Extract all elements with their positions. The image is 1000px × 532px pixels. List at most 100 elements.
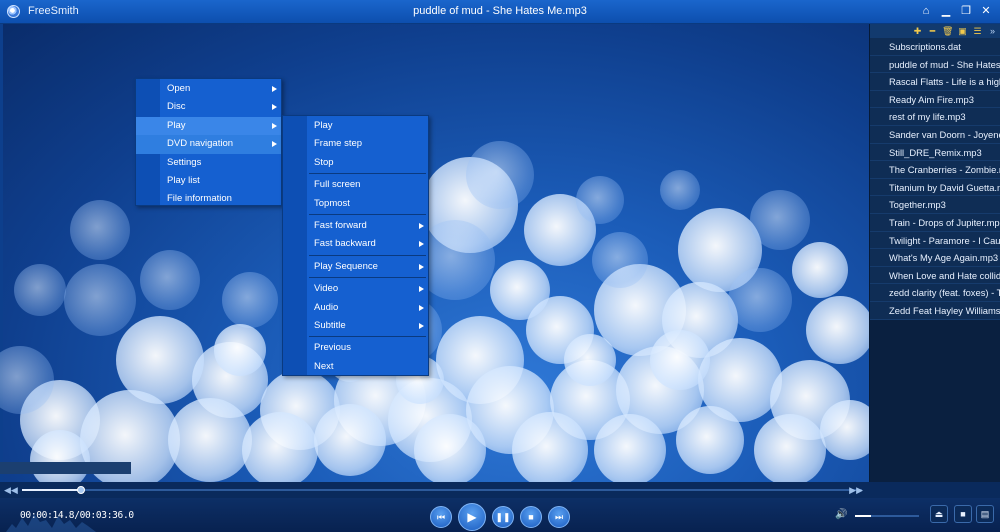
- submenu-item-play[interactable]: Play: [283, 117, 428, 135]
- volume-slider[interactable]: [855, 515, 919, 517]
- submenu-arrow-icon: [272, 104, 277, 111]
- playlist-horizontal-scrollbar[interactable]: [0, 462, 131, 474]
- remove-icon[interactable]: ━: [927, 24, 938, 38]
- close-icon[interactable]: ✕: [978, 3, 994, 19]
- submenu-arrow-icon: [419, 241, 424, 248]
- delete-icon[interactable]: 🗑: [942, 24, 953, 38]
- bokeh-light: [592, 232, 648, 288]
- submenu-arrow-icon: [419, 263, 424, 270]
- bokeh-light: [30, 430, 90, 482]
- menu-item-label: DVD navigation: [167, 138, 234, 150]
- more-icon[interactable]: »: [987, 24, 998, 38]
- bokeh-light: [140, 250, 200, 310]
- menu-item-play-list[interactable]: Play list: [136, 172, 281, 190]
- eject-icon[interactable]: ⏏: [930, 505, 948, 523]
- submenu-arrow-icon: [272, 86, 277, 92]
- submenu-item-stop[interactable]: Stop: [283, 154, 428, 172]
- app-name: FreeSmith: [28, 5, 79, 17]
- play-icon[interactable]: ▶: [458, 503, 486, 531]
- menu-item-label: Stop: [314, 156, 334, 168]
- submenu-item-previous[interactable]: Previous: [283, 339, 428, 357]
- pause-icon[interactable]: ❚❚: [492, 506, 514, 528]
- playlist-item[interactable]: zedd clarity (feat. foxes) - The Wild.mp…: [870, 284, 1000, 302]
- bokeh-light: [650, 330, 710, 390]
- save-icon[interactable]: ▣: [957, 24, 968, 38]
- control-bar: 00:00:14.8/00:03:36.0 ⏮ ▶ ❚❚ ■ ⏭ 🔊 ⏏ ■ ▤: [0, 498, 1000, 532]
- playlist-item[interactable]: Rascal Flatts - Life is a highway.mp3: [870, 73, 1000, 91]
- menu-item-dvd-navigation[interactable]: DVD navigation: [136, 135, 281, 154]
- bokeh-light: [512, 412, 588, 482]
- playlist-toggle-icon[interactable]: ▤: [976, 505, 994, 523]
- playlist-item[interactable]: rest of my life.mp3: [870, 108, 1000, 126]
- seek-bar[interactable]: [22, 486, 862, 494]
- volume-icon[interactable]: 🔊: [835, 509, 847, 520]
- playlist-item[interactable]: The Cranberries - Zombie.mp3: [870, 161, 1000, 179]
- playlist-item[interactable]: Together.mp3: [870, 196, 1000, 214]
- submenu-item-subtitle[interactable]: Subtitle: [283, 317, 428, 335]
- playlist-item[interactable]: Still_DRE_Remix.mp3: [870, 144, 1000, 162]
- bokeh-light: [792, 242, 848, 298]
- menu-item-play[interactable]: Play: [136, 116, 281, 136]
- menu-item-label: Fast backward: [314, 238, 376, 250]
- menu-item-settings[interactable]: Settings: [136, 154, 281, 172]
- volume-level: [855, 515, 871, 517]
- menu-item-label: Disc: [167, 101, 186, 113]
- menu-item-open[interactable]: Open: [136, 80, 281, 98]
- playlist-item[interactable]: Twilight - Paramore - I Caught Myself.mp…: [870, 232, 1000, 250]
- stop-icon[interactable]: ■: [520, 506, 542, 528]
- submenu-item-frame-step[interactable]: Frame step: [283, 135, 428, 153]
- bokeh-light: [466, 141, 534, 209]
- previous-icon[interactable]: ⏮: [430, 506, 452, 528]
- playlist-item[interactable]: Sander van Doorn - Joyenergizer.mp3: [870, 126, 1000, 144]
- menu-item-label: Previous: [314, 342, 351, 354]
- restore-icon[interactable]: ❐: [958, 3, 974, 19]
- title-bar: FreeSmith puddle of mud - She Hates Me.m…: [0, 0, 1000, 24]
- play-submenu: Play Frame step Stop Full screen Topmost…: [282, 115, 429, 376]
- menu-item-label: Audio: [314, 301, 339, 313]
- home-icon[interactable]: ⌂: [918, 3, 934, 19]
- playlist-item[interactable]: Subscriptions.dat: [870, 38, 1000, 56]
- minimize-icon[interactable]: ▁: [938, 3, 954, 19]
- menu-item-label: Settings: [167, 156, 202, 168]
- submenu-item-topmost[interactable]: Topmost: [283, 195, 428, 213]
- next-icon[interactable]: ⏭: [548, 506, 570, 528]
- playlist-item[interactable]: Titanium by David Guetta.mp3: [870, 179, 1000, 197]
- submenu-arrow-icon: [272, 122, 277, 129]
- playlist-item[interactable]: When Love and Hate collide.mp3: [870, 267, 1000, 285]
- playlist-item[interactable]: Ready Aim Fire.mp3: [870, 91, 1000, 109]
- app-logo-icon[interactable]: [7, 5, 20, 18]
- forward-icon[interactable]: ▶▶: [849, 485, 863, 496]
- submenu-item-full-screen[interactable]: Full screen: [283, 176, 428, 194]
- stop-square-icon[interactable]: ■: [954, 505, 972, 523]
- submenu-item-next[interactable]: Next: [283, 358, 428, 376]
- bokeh-light: [676, 406, 744, 474]
- playlist-item[interactable]: puddle of mud - She Hates Me.mp3: [870, 56, 1000, 74]
- menu-item-disc[interactable]: Disc: [136, 98, 281, 116]
- playlist-item[interactable]: Train - Drops of Jupiter.mp3: [870, 214, 1000, 232]
- rewind-icon[interactable]: ◀◀: [4, 485, 18, 496]
- bokeh-light: [414, 414, 486, 482]
- transport-controls: ⏮ ▶ ❚❚ ■ ⏭: [430, 503, 570, 531]
- submenu-item-fast-forward[interactable]: Fast forward: [283, 217, 428, 235]
- menu-item-label: Play: [167, 119, 186, 131]
- video-area[interactable]: [0, 24, 869, 482]
- menu-item-file-information[interactable]: File information: [136, 190, 281, 208]
- sort-icon[interactable]: ☰: [972, 24, 983, 38]
- submenu-item-audio[interactable]: Audio: [283, 299, 428, 317]
- seek-bar-row: ◀◀ ▶▶: [0, 482, 869, 498]
- submenu-arrow-icon: [419, 304, 424, 311]
- bokeh-light: [576, 176, 624, 224]
- bokeh-light: [242, 412, 318, 482]
- seek-handle[interactable]: [76, 486, 85, 494]
- submenu-arrow-icon: [419, 222, 424, 229]
- submenu-item-fast-backward[interactable]: Fast backward: [283, 235, 428, 253]
- submenu-item-video[interactable]: Video: [283, 280, 428, 298]
- submenu-item-play-sequence[interactable]: Play Sequence: [283, 258, 428, 276]
- playlist-item[interactable]: What's My Age Again.mp3: [870, 249, 1000, 267]
- playlist-item[interactable]: Zedd Feat Hayley Williams - Stay The Nig…: [870, 302, 1000, 320]
- menu-item-label: Full screen: [314, 179, 361, 191]
- add-icon[interactable]: ✚: [912, 24, 923, 38]
- bokeh-light: [490, 260, 550, 320]
- submenu-arrow-icon: [419, 286, 424, 293]
- context-menu: Open Disc Play DVD navigation Settings P…: [135, 78, 282, 206]
